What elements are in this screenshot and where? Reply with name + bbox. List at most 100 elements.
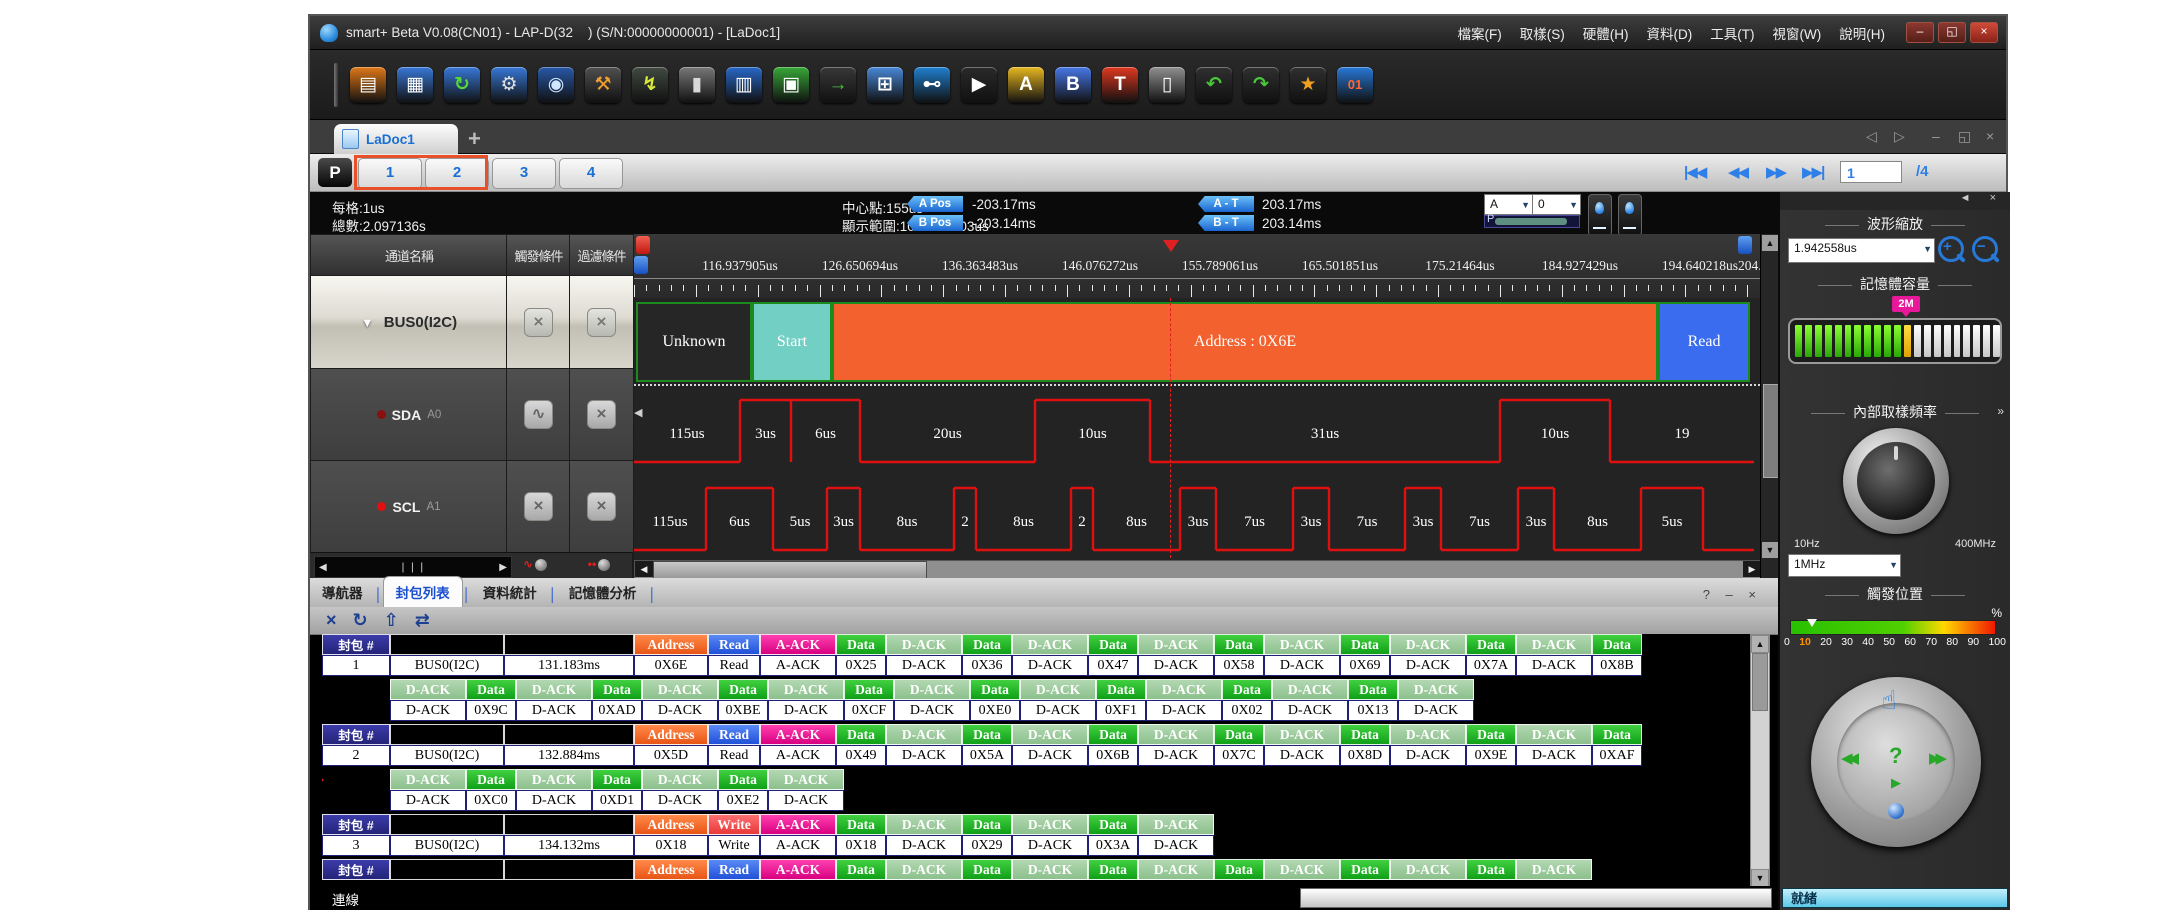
hand-cursor-icon[interactable]: ☝ [1881,685,1897,716]
header-cell-dack[interactable]: D-ACK [516,769,592,790]
header-cell-data[interactable]: Data [1214,859,1264,880]
value-cell-dack[interactable]: D-ACK [1390,745,1466,766]
sda-filter-cell[interactable]: × [569,368,634,461]
header-cell-start[interactable]: 起始點 [504,634,634,655]
packet-table-scrollbar[interactable]: ▲ ▼ [1750,634,1770,888]
value-cell-dack[interactable]: D-ACK [642,790,718,811]
value-cell-name[interactable]: BUS0(I2C) [390,655,504,676]
value-cell-data[interactable]: 0XBE [718,700,768,721]
value-cell-data[interactable]: 0X49 [836,745,886,766]
header-cell-pkt[interactable]: 封包 # [322,859,390,880]
header-cell-data[interactable]: Data [466,769,516,790]
header-cell-data[interactable]: Data [718,769,768,790]
value-cell-dack[interactable]: D-ACK [390,700,466,721]
header-cell-dack[interactable]: D-ACK [1264,724,1340,745]
scroll-right-icon[interactable]: ▶ [499,562,507,573]
channel-hscrollbar[interactable]: ◀ ❘❘❘ ▶ [314,556,512,578]
waveform-vscrollbar[interactable]: ▲ ▼ [1760,234,1778,578]
nav-left-icon[interactable]: ◀◀ [1841,749,1854,767]
value-cell-aack[interactable]: A-ACK [760,835,836,856]
memory-meter[interactable] [1788,318,2002,364]
right-panel-controls[interactable]: ◄ × [1780,192,2010,210]
value-cell-dack[interactable]: D-ACK [1012,835,1088,856]
header-cell-data[interactable]: Data [592,679,642,700]
header-cell-data[interactable]: Data [1088,634,1138,655]
header-cell-pkt[interactable]: 封包 # [322,634,390,655]
panel-collapse-icon[interactable]: ◀ [634,406,642,419]
col-filter-condition[interactable]: 過濾條件 [569,234,634,276]
flag-b-icon[interactable]: B [1055,67,1091,103]
header-cell-dack[interactable]: D-ACK [1264,634,1340,655]
tab-封包列表[interactable]: 封包列表 [383,576,463,607]
value-cell-dack[interactable]: D-ACK [768,700,844,721]
bar-marker-a-button[interactable] [1588,194,1612,236]
bus-trigger-x-icon[interactable]: × [524,308,553,337]
sampling-rate-knob[interactable] [1843,428,1949,534]
waveform-area[interactable]: 116.937905us126.650694us136.363483us146.… [634,234,1760,578]
value-cell-dack[interactable]: D-ACK [1390,655,1466,676]
header-cell-dack[interactable]: D-ACK [894,679,970,700]
bus-decode-row[interactable]: UnknownStartAddress : 0X6ERead [634,298,1760,386]
header-cell-dack[interactable]: D-ACK [886,724,962,745]
bus-segment-2[interactable]: Address : 0X6E [832,302,1658,382]
first-page-button[interactable]: |◀◀ [1684,163,1705,181]
header-cell-dack[interactable]: D-ACK [1138,814,1214,835]
value-cell-addr[interactable]: 0X5D [634,745,708,766]
table-scroll-thumb[interactable] [1752,653,1768,711]
bus-row-name[interactable]: ▼ BUS0(I2C) [310,275,508,369]
a-t-tag[interactable]: A - T [1198,196,1254,212]
value-cell-dack[interactable]: D-ACK [886,745,962,766]
header-cell-data[interactable]: Data [970,679,1020,700]
prev-page-button[interactable]: ◀◀ [1728,163,1747,181]
tab-ladoc1[interactable]: LaDoc1 [334,124,458,154]
open-file-icon[interactable]: ▤ [350,67,386,103]
header-cell-dack[interactable]: D-ACK [886,814,962,835]
save-settings-icon[interactable]: ⚙ [491,67,527,103]
zoom-out-icon[interactable]: − [1972,236,1998,262]
value-cell-read[interactable]: Read [708,655,760,676]
nav-right-icon[interactable]: ▶▶ [1929,749,1942,767]
header-cell-dack[interactable]: D-ACK [1390,634,1466,655]
value-cell-dack[interactable]: D-ACK [1146,700,1222,721]
header-cell-data[interactable]: Data [1348,679,1398,700]
header-cell-read[interactable]: Read [708,724,760,745]
header-cell-data[interactable]: Data [1088,724,1138,745]
header-cell-pkt[interactable]: 封包 # [322,814,390,835]
value-cell-dack[interactable]: D-ACK [642,700,718,721]
waveform-hscrollbar[interactable]: ◀ ▶ [634,560,1760,578]
header-cell-data[interactable]: Data [836,814,886,835]
scl-row-name[interactable]: SCL A1 [310,460,508,553]
tab-scroll-right-icon[interactable]: ▷ [1894,128,1905,145]
header-cell-addr[interactable]: Address [634,814,708,835]
header-cell-dack[interactable]: D-ACK [1398,679,1474,700]
value-cell-dack[interactable]: D-ACK [1272,700,1348,721]
value-cell-pkt[interactable]: 1 [322,655,390,676]
minimize-button[interactable]: – [1906,22,1934,43]
header-cell-data[interactable]: Data [962,634,1012,655]
scl-trigger-x-icon[interactable]: × [524,492,553,521]
zoom-value-select[interactable]: 1.942558us [1788,238,1935,263]
hscroll-thumb[interactable] [653,561,927,578]
scl-trigger-cell[interactable]: × [506,460,571,553]
zoom-undo-icon[interactable]: ↶ [1196,67,1232,103]
value-cell-data[interactable]: 0X6B [1088,745,1138,766]
vscroll-up-icon[interactable]: ▲ [1762,235,1778,251]
value-cell-pkt[interactable]: 2 [322,745,390,766]
value-cell-data[interactable]: 0X3A [1088,835,1138,856]
value-cell-dack[interactable]: D-ACK [1398,700,1474,721]
cursor-b-flag[interactable] [634,256,648,274]
value-cell-data[interactable]: 0X8D [1340,745,1390,766]
col-channel-name[interactable]: 通道名稱 [310,234,508,276]
header-cell-dack[interactable]: D-ACK [886,634,962,655]
value-cell-data[interactable]: 0XE0 [970,700,1020,721]
header-cell-dack[interactable]: D-ACK [642,679,718,700]
header-cell-start[interactable]: 起始點 [504,724,634,745]
tab-導航器[interactable]: 導航器 [310,577,375,607]
cursor-a-flag[interactable] [636,236,650,254]
header-cell-aack[interactable]: A-ACK [760,814,836,835]
header-cell-dack[interactable]: D-ACK [1012,724,1088,745]
value-cell-name[interactable]: BUS0(I2C) [390,745,504,766]
zoom-redo-icon[interactable]: ↷ [1243,67,1279,103]
header-cell-dack[interactable]: D-ACK [1516,859,1592,880]
header-cell-write[interactable]: Write [708,814,760,835]
